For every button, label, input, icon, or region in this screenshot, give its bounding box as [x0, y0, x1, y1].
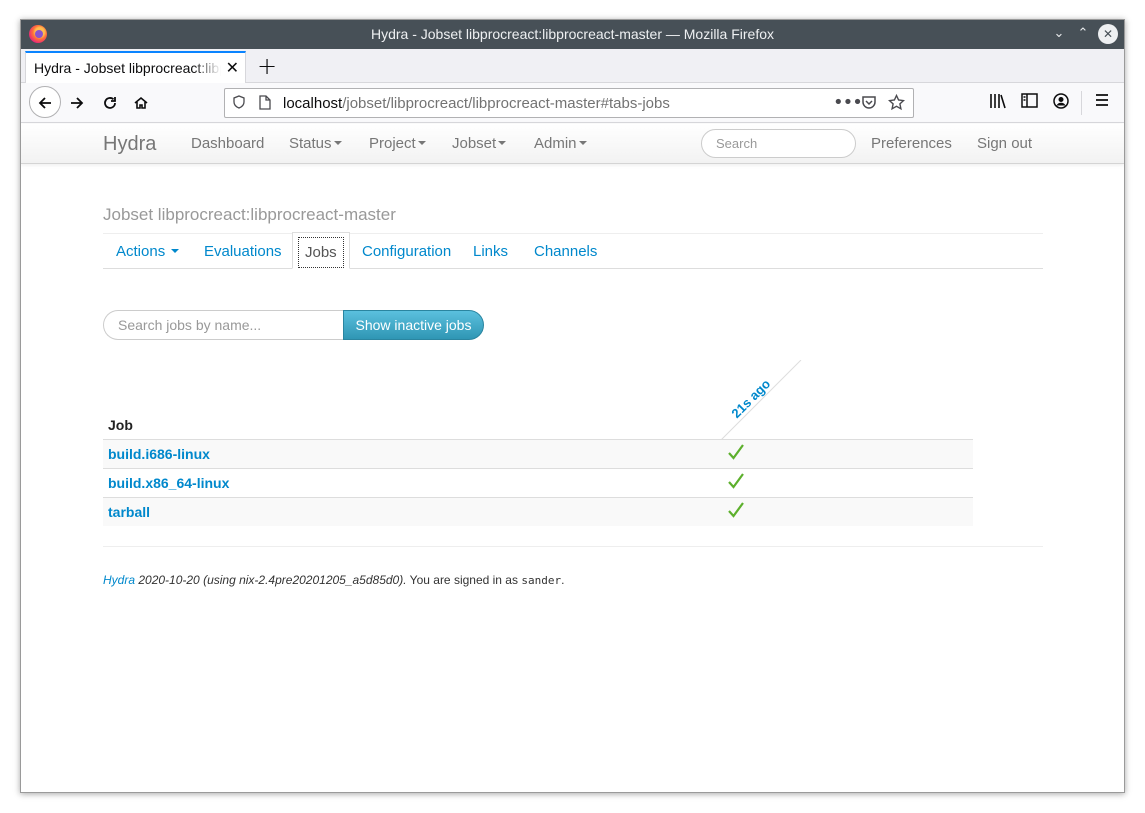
tab-links[interactable]: Links	[461, 232, 520, 269]
username: sander	[521, 574, 562, 587]
page-title: Jobset libprocreact:libprocreact-master	[103, 205, 396, 224]
job-link[interactable]: build.x86_64-linux	[108, 475, 229, 491]
tab-jobs-label: Jobs	[298, 237, 344, 268]
table-row: build.x86_64-linux	[103, 468, 973, 497]
caret-down-icon	[333, 141, 342, 146]
nav-status[interactable]: Status	[289, 135, 342, 152]
nav-dashboard-label: Dashboard	[191, 135, 265, 152]
preferences-link[interactable]: Preferences	[871, 135, 952, 152]
back-arrow-icon[interactable]	[29, 86, 61, 118]
nav-status-label: Status	[289, 135, 332, 152]
tab-strip: Hydra - Jobset libprocreact:libprocreact…	[21, 49, 1124, 83]
signed-in-text: You are signed in as	[406, 573, 522, 587]
reload-icon[interactable]	[94, 87, 126, 119]
nav-project-label: Project	[369, 135, 416, 152]
nav-admin[interactable]: Admin	[534, 135, 587, 152]
footer-end: .	[561, 573, 565, 587]
nav-jobset-label: Jobset	[452, 135, 497, 152]
nav-project[interactable]: Project	[369, 135, 426, 152]
url-host: localhost	[283, 95, 343, 112]
url-text[interactable]: localhost/jobset/libprocreact/libprocrea…	[283, 95, 670, 112]
jobset-tabs: Actions Evaluations Jobs Configuration L…	[103, 232, 1043, 269]
new-tab-button[interactable]: +	[257, 52, 277, 80]
page-icon[interactable]	[259, 95, 271, 114]
nav-jobset[interactable]: Jobset	[452, 135, 507, 152]
home-icon[interactable]	[125, 87, 157, 119]
search-input[interactable]	[701, 129, 856, 158]
page-content: Hydra Dashboard Status Project Jobset Ad…	[21, 124, 1124, 792]
tab-evaluations[interactable]: Evaluations	[192, 232, 294, 269]
sign-out-link[interactable]: Sign out	[977, 135, 1032, 152]
page-header: Jobset libprocreact:libprocreact-master	[103, 181, 1043, 234]
table-row: build.i686-linux	[103, 439, 973, 468]
close-window-button[interactable]: ✕	[1098, 24, 1118, 44]
hydra-brand-link[interactable]: Hydra	[103, 133, 156, 156]
browser-tab-title: Hydra - Jobset libprocreact:libprocreact…	[34, 60, 221, 76]
show-inactive-jobs-button[interactable]: Show inactive jobs	[343, 310, 484, 340]
success-checkmark-icon[interactable]	[727, 443, 745, 466]
more-actions-icon[interactable]: •••	[833, 92, 863, 113]
browser-tab-active[interactable]: Hydra - Jobset libprocreact:libprocreact…	[25, 51, 246, 83]
url-path: /jobset/libprocreact/libprocreact-master…	[342, 95, 670, 112]
pocket-icon[interactable]	[861, 94, 877, 114]
forward-arrow-icon[interactable]	[61, 87, 93, 119]
nav-dashboard[interactable]: Dashboard	[191, 135, 264, 152]
tab-jobs[interactable]: Jobs	[292, 232, 350, 269]
version-text: 2020-10-20 (using nix-2.4pre20201205_a5d…	[135, 573, 407, 587]
success-checkmark-icon[interactable]	[727, 472, 745, 495]
caret-down-icon	[498, 141, 507, 146]
browser-toolbar: localhost/jobset/libprocreact/libprocrea…	[21, 83, 1124, 123]
page-footer: Hydra 2020-10-20 (using nix-2.4pre202012…	[103, 546, 1043, 587]
window-titlebar: Hydra - Jobset libprocreact:libprocreact…	[21, 20, 1124, 49]
toolbar-separator	[1081, 91, 1082, 115]
tab-actions[interactable]: Actions	[104, 232, 191, 269]
tab-channels[interactable]: Channels	[522, 232, 609, 269]
firefox-window: Hydra - Jobset libprocreact:libprocreact…	[20, 19, 1125, 793]
success-checkmark-icon[interactable]	[727, 501, 745, 524]
table-row: tarball	[103, 497, 973, 526]
sidebar-icon[interactable]	[1021, 93, 1038, 112]
hydra-navbar: Hydra Dashboard Status Project Jobset Ad…	[21, 124, 1124, 164]
library-icon[interactable]	[989, 93, 1007, 113]
job-column-header: Job	[108, 417, 133, 433]
window-title: Hydra - Jobset libprocreact:libprocreact…	[370, 26, 774, 42]
tab-actions-label: Actions	[116, 243, 166, 260]
job-search-input[interactable]	[103, 310, 343, 340]
nav-admin-label: Admin	[534, 135, 577, 152]
maximize-button[interactable]: ⌃	[1073, 24, 1093, 44]
tracking-shield-icon[interactable]	[233, 95, 245, 113]
close-tab-icon[interactable]: ✕	[226, 58, 239, 77]
hamburger-menu-icon[interactable]	[1095, 93, 1109, 111]
minimize-button[interactable]: ⌄	[1049, 24, 1069, 44]
tab-configuration[interactable]: Configuration	[350, 232, 463, 269]
bookmark-star-icon[interactable]	[887, 93, 906, 115]
account-icon[interactable]	[1053, 93, 1069, 113]
caret-down-icon	[578, 141, 587, 146]
job-link[interactable]: build.i686-linux	[108, 446, 210, 462]
hydra-footer-link[interactable]: Hydra	[103, 573, 135, 587]
job-link[interactable]: tarball	[108, 504, 150, 520]
caret-down-icon	[171, 249, 180, 254]
caret-down-icon	[417, 141, 426, 146]
url-bar[interactable]: localhost/jobset/libprocreact/libprocrea…	[224, 88, 914, 118]
